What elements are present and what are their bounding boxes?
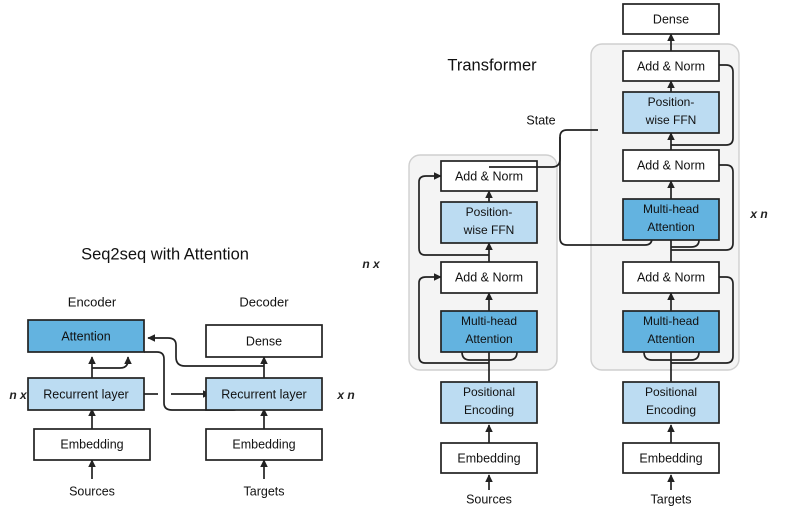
seq2seq-decoder-box-recurrent-layer[interactable]: Recurrent layer bbox=[205, 377, 323, 411]
box-label-line2: wise FFN bbox=[463, 223, 515, 237]
box-label: Recurrent layer bbox=[221, 387, 306, 401]
transformer-input-sources: Sources bbox=[466, 492, 512, 506]
box-label: Embedding bbox=[60, 437, 123, 451]
transformer-decoder-box-position-wise-ffn[interactable]: Position- wise FFN bbox=[622, 91, 720, 134]
transformer-encoder-box-position-wise-ffn[interactable]: Position- wise FFN bbox=[440, 201, 538, 244]
seq2seq-encoder-box-attention[interactable]: Attention bbox=[27, 319, 145, 353]
box-label: Attention bbox=[61, 329, 110, 343]
box-label-line2: Attention bbox=[647, 220, 694, 234]
transformer-encoder-box-add-norm-top[interactable]: Add & Norm bbox=[440, 160, 538, 192]
box-label: Embedding bbox=[639, 451, 702, 465]
box-label: Add & Norm bbox=[637, 270, 705, 284]
transformer-encoder-box-add-norm-bottom[interactable]: Add & Norm bbox=[440, 261, 538, 294]
seq2seq-input-targets: Targets bbox=[244, 484, 285, 498]
seq2seq-input-sources: Sources bbox=[69, 484, 115, 498]
transformer-decoder-repeat: x n bbox=[749, 207, 767, 221]
box-label: Embedding bbox=[232, 437, 295, 451]
transformer-input-targets: Targets bbox=[651, 492, 692, 506]
seq2seq-encoder-label: Encoder bbox=[68, 294, 117, 309]
transformer-encoder-box-embedding[interactable]: Embedding bbox=[440, 442, 538, 474]
diagram-canvas: Seq2seq with Attention Encoder Decoder n… bbox=[0, 0, 788, 510]
architecture-diagram: Seq2seq with Attention Encoder Decoder n… bbox=[0, 0, 788, 510]
seq2seq-decoder-box-embedding[interactable]: Embedding bbox=[205, 428, 323, 461]
transformer-encoder-repeat: n x bbox=[362, 257, 381, 271]
box-label: Dense bbox=[246, 334, 282, 348]
transformer-decoder-box-cross-attention[interactable]: Multi-head Attention bbox=[622, 198, 720, 241]
transformer-decoder-box-add-norm-bottom[interactable]: Add & Norm bbox=[622, 261, 720, 294]
transformer-decoder-box-embedding[interactable]: Embedding bbox=[622, 442, 720, 474]
box-label-line1: Multi-head bbox=[643, 314, 699, 328]
transformer-decoder-box-positional-encoding[interactable]: Positional Encoding bbox=[622, 381, 720, 424]
box-label: Add & Norm bbox=[455, 169, 523, 183]
seq2seq-encoder-box-recurrent-layer[interactable]: Recurrent layer bbox=[27, 377, 145, 411]
box-label: Add & Norm bbox=[637, 158, 705, 172]
seq2seq-title: Seq2seq with Attention bbox=[81, 245, 249, 263]
box-label-line1: Positional bbox=[645, 385, 697, 399]
box-label: Embedding bbox=[457, 451, 520, 465]
seq2seq-decoder-label: Decoder bbox=[239, 294, 289, 309]
transformer-state-label: State bbox=[526, 113, 555, 127]
box-label-line2: wise FFN bbox=[645, 113, 697, 127]
seq2seq-decoder-repeat: x n bbox=[336, 388, 354, 402]
transformer-output-box-dense[interactable]: Dense bbox=[622, 3, 720, 35]
seq2seq-encoder-repeat: n x bbox=[9, 388, 28, 402]
transformer-decoder-box-add-norm-middle[interactable]: Add & Norm bbox=[622, 149, 720, 182]
box-label-line1: Position- bbox=[466, 205, 513, 219]
box-label: Recurrent layer bbox=[43, 387, 128, 401]
seq2seq-encoder-box-embedding[interactable]: Embedding bbox=[33, 428, 151, 461]
transformer-title: Transformer bbox=[447, 56, 537, 74]
box-label-line1: Position- bbox=[648, 95, 695, 109]
box-label-line2: Attention bbox=[647, 332, 694, 346]
box-label-line2: Encoding bbox=[464, 403, 514, 417]
transformer-decoder-box-add-norm-top[interactable]: Add & Norm bbox=[622, 50, 720, 82]
box-label-line1: Positional bbox=[463, 385, 515, 399]
transformer-encoder-box-multi-head-attention[interactable]: Multi-head Attention bbox=[440, 310, 538, 353]
box-label: Add & Norm bbox=[455, 270, 523, 284]
seq2seq-decoder-box-dense[interactable]: Dense bbox=[205, 324, 323, 358]
transformer-encoder-box-positional-encoding[interactable]: Positional Encoding bbox=[440, 381, 538, 424]
box-label-line1: Multi-head bbox=[461, 314, 517, 328]
box-label-line2: Encoding bbox=[646, 403, 696, 417]
box-label-line2: Attention bbox=[465, 332, 512, 346]
box-label: Dense bbox=[653, 12, 689, 26]
transformer-decoder-box-self-attention[interactable]: Multi-head Attention bbox=[622, 310, 720, 353]
box-label-line1: Multi-head bbox=[643, 202, 699, 216]
box-label: Add & Norm bbox=[637, 59, 705, 73]
